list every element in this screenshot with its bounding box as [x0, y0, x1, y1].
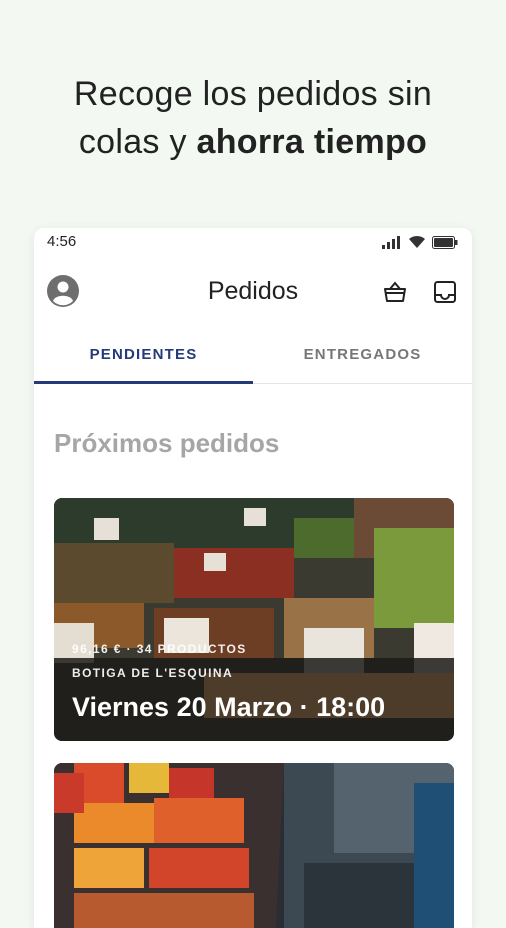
tab-pendientes[interactable]: PENDIENTES	[34, 331, 253, 383]
headline-regular: colas y	[78, 123, 197, 161]
order-store: BOTIGA DE L'ESQUINA	[72, 666, 234, 680]
order-meta: 96,16 € · 34 PRODUCTOS	[72, 642, 247, 656]
headline-bold: ahorra tiempo	[196, 123, 428, 161]
status-bar: 4:56	[34, 228, 472, 256]
tab-bar: PENDIENTES ENTREGADOS	[34, 331, 472, 384]
phone-screen: 4:56 Pedidos PENDIENTES ENTREGADOS Próxi…	[34, 228, 472, 928]
order-card[interactable]: 96,16 € · 34 PRODUCTOS BOTIGA DE L'ESQUI…	[54, 498, 454, 741]
signal-icon	[382, 235, 400, 249]
order-card-2[interactable]	[54, 763, 454, 928]
headline: Recoge los pedidos sin colas y ahorra ti…	[0, 70, 506, 166]
headline-line2: colas y ahorra tiempo	[0, 118, 506, 166]
app-bar: Pedidos	[34, 268, 472, 318]
order-datetime: Viernes 20 Marzo · 18:00	[72, 692, 386, 722]
section-title: Próximos pedidos	[54, 428, 280, 458]
tab-entregados[interactable]: ENTREGADOS	[253, 331, 472, 383]
inbox-icon[interactable]	[432, 279, 458, 305]
wifi-icon	[409, 235, 425, 248]
supermarket-photo	[54, 763, 454, 928]
headline-line1: Recoge los pedidos sin	[73, 75, 433, 113]
tab-indicator	[34, 381, 253, 384]
battery-icon	[432, 235, 458, 249]
order-info: 96,16 € · 34 PRODUCTOS BOTIGA DE L'ESQUI…	[72, 642, 385, 723]
status-icons	[382, 235, 458, 249]
status-time: 4:56	[47, 233, 77, 250]
basket-icon[interactable]	[382, 279, 408, 305]
